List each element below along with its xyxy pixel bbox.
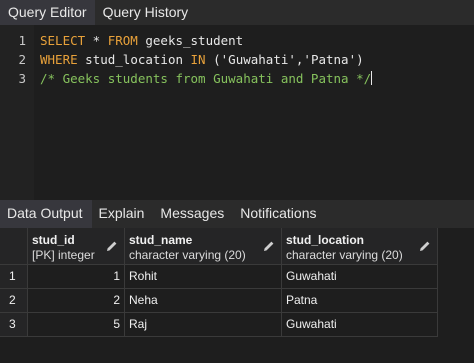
row-number[interactable]: 1 xyxy=(0,265,28,289)
cell-stud-name[interactable]: Rohit xyxy=(125,265,282,289)
line-number: 1 xyxy=(18,33,26,48)
line-number: 2 xyxy=(18,52,26,67)
code-comment: /* Geeks students from Guwahati and Patn… xyxy=(40,71,372,86)
column-header-stud-location[interactable]: stud_location character varying (20) xyxy=(282,228,438,265)
table-row[interactable]: 3 5 Raj Guwahati xyxy=(0,313,474,337)
keyword-where: WHERE xyxy=(40,52,78,67)
pencil-icon[interactable] xyxy=(106,240,118,252)
row-number[interactable]: 3 xyxy=(0,313,28,337)
keyword-in: IN xyxy=(190,52,206,67)
line-number: 3 xyxy=(18,71,26,86)
cell-stud-id[interactable]: 1 xyxy=(28,265,125,289)
tab-explain[interactable]: Explain xyxy=(92,200,154,228)
column-type: character varying (20) xyxy=(286,248,403,262)
cell-stud-id[interactable]: 2 xyxy=(28,289,125,313)
column-type: character varying (20) xyxy=(129,248,246,262)
column-name: stud_location xyxy=(286,233,365,247)
code-table-name: geeks_student xyxy=(137,33,244,48)
tab-query-history[interactable]: Query History xyxy=(95,0,197,25)
column-header-stud-name[interactable]: stud_name character varying (20) xyxy=(125,228,282,265)
code-star: * xyxy=(85,33,108,48)
code-line-1: SELECT * FROM geeks_student xyxy=(40,33,243,48)
tab-notifications[interactable]: Notifications xyxy=(233,200,325,228)
query-editor[interactable]: 1 2 3 SELECT * FROM geeks_student WHERE … xyxy=(0,25,474,200)
pencil-icon[interactable] xyxy=(419,240,431,252)
line-number-gutter: 1 2 3 xyxy=(0,25,34,200)
column-header-stud-id[interactable]: stud_id [PK] integer xyxy=(28,228,125,265)
tab-query-editor[interactable]: Query Editor xyxy=(0,0,95,25)
cell-stud-location[interactable]: Guwahati xyxy=(282,313,438,337)
editor-tab-bar: Query Editor Query History xyxy=(0,0,474,25)
code-line-3: /* Geeks students from Guwahati and Patn… xyxy=(40,71,373,86)
code-values: ('Guwahati','Patna') xyxy=(205,52,364,67)
cell-stud-id[interactable]: 5 xyxy=(28,313,125,337)
table-row[interactable]: 1 1 Rohit Guwahati xyxy=(0,265,474,289)
pencil-icon[interactable] xyxy=(263,240,275,252)
column-name: stud_id xyxy=(32,233,75,247)
table-row[interactable]: 2 2 Neha Patna xyxy=(0,289,474,313)
code-column-name: stud_location xyxy=(77,52,191,67)
tab-data-output[interactable]: Data Output xyxy=(0,200,92,228)
output-tab-bar: Data Output Explain Messages Notificatio… xyxy=(0,200,474,228)
cell-stud-name[interactable]: Neha xyxy=(125,289,282,313)
text-cursor xyxy=(371,71,373,85)
row-number[interactable]: 2 xyxy=(0,289,28,313)
row-number-header xyxy=(0,228,28,265)
column-type: [PK] integer xyxy=(32,248,95,262)
cell-stud-name[interactable]: Raj xyxy=(125,313,282,337)
cell-stud-location[interactable]: Guwahati xyxy=(282,265,438,289)
code-line-2: WHERE stud_location IN ('Guwahati','Patn… xyxy=(40,52,364,67)
tab-messages[interactable]: Messages xyxy=(153,200,233,228)
data-output-grid: stud_id [PK] integer stud_name character… xyxy=(0,228,474,363)
cell-stud-location[interactable]: Patna xyxy=(282,289,438,313)
keyword-from: FROM xyxy=(107,33,138,48)
column-name: stud_name xyxy=(129,233,193,247)
keyword-select: SELECT xyxy=(40,33,86,48)
